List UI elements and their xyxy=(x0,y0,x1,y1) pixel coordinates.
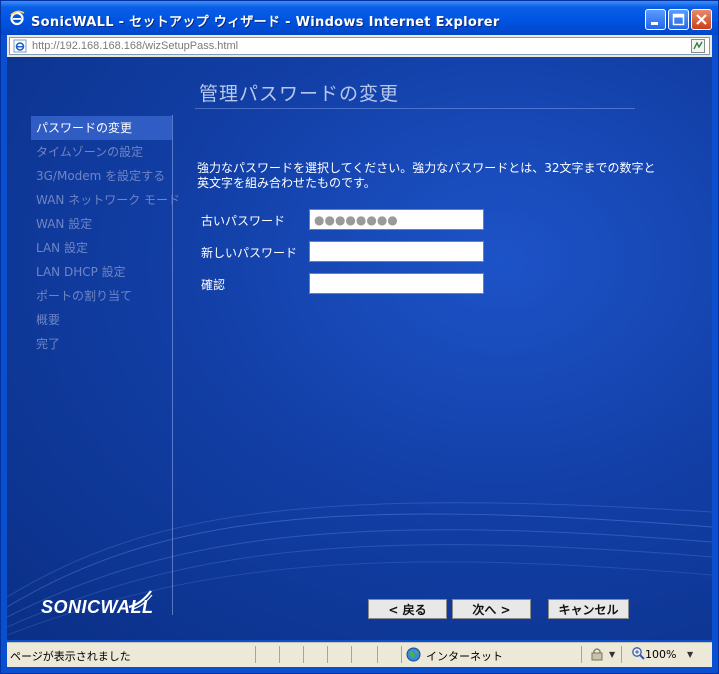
address-base: http://192.168.168.168 xyxy=(32,40,143,52)
maximize-icon xyxy=(672,13,685,26)
address-url: http://192.168.168.168/wizSetupPass.html xyxy=(32,40,238,52)
ie-logo-icon xyxy=(10,10,25,26)
status-divider xyxy=(327,646,328,663)
sidebar-item-timezone[interactable]: タイムゾーンの設定 xyxy=(31,140,172,164)
status-divider xyxy=(303,646,304,663)
description-line-2: 英文字を組み合わせたものです。 xyxy=(197,176,376,190)
cancel-button[interactable]: キャンセル xyxy=(548,599,629,619)
status-divider xyxy=(401,646,402,663)
sidebar-item-summary[interactable]: 概要 xyxy=(31,308,172,332)
next-button[interactable]: 次へ > xyxy=(452,599,531,619)
close-button[interactable] xyxy=(691,9,712,30)
status-divider xyxy=(255,646,256,663)
status-divider xyxy=(351,646,352,663)
back-button[interactable]: < 戻る xyxy=(368,599,447,619)
chevron-down-icon[interactable]: ▼ xyxy=(687,650,693,659)
minimize-icon xyxy=(651,22,658,25)
page-icon xyxy=(13,39,27,53)
chevron-down-icon[interactable]: ▼ xyxy=(609,650,615,659)
close-icon xyxy=(696,14,707,25)
status-divider xyxy=(279,646,280,663)
sidebar-item-port-assignment[interactable]: ポートの割り当て xyxy=(31,284,172,308)
status-bar: ページが表示されました インターネット ▼ 100% ▼ xyxy=(7,642,712,667)
old-password-field[interactable] xyxy=(309,209,484,230)
compatibility-icon[interactable] xyxy=(690,38,706,54)
browser-window: SonicWALL - セットアップ ウィザード - Windows Inter… xyxy=(0,0,719,674)
status-divider xyxy=(581,646,582,663)
sidebar-item-wan-network-mode[interactable]: WAN ネットワーク モード xyxy=(31,188,180,212)
address-field[interactable]: http://192.168.168.168/wizSetupPass.html xyxy=(9,37,710,55)
wizard-page: 管理パスワードの変更 パスワードの変更 タイムゾーンの設定 3G/Modem を… xyxy=(7,57,712,640)
wizard-steps-sidebar: パスワードの変更 タイムゾーンの設定 3G/Modem を設定する WAN ネッ… xyxy=(31,116,180,356)
sidebar-item-complete[interactable]: 完了 xyxy=(31,332,172,356)
new-password-field[interactable] xyxy=(309,241,484,262)
confirm-password-label: 確認 xyxy=(201,278,226,292)
confirm-password-field[interactable] xyxy=(309,273,484,294)
description-line-1: 強力なパスワードを選択してください。強力なパスワードとは、32文字までの数字と xyxy=(197,161,656,175)
page-description: 強力なパスワードを選択してください。強力なパスワードとは、32文字までの数字と … xyxy=(197,161,656,191)
sidebar-item-3g-modem[interactable]: 3G/Modem を設定する xyxy=(31,164,172,188)
sidebar-item-change-password[interactable]: パスワードの変更 xyxy=(31,116,172,140)
minimize-button[interactable] xyxy=(645,9,666,30)
status-divider xyxy=(377,646,378,663)
security-zone-label: インターネット xyxy=(426,650,503,663)
zoom-level[interactable]: 100% xyxy=(645,648,676,661)
protected-mode-icon[interactable] xyxy=(590,647,604,661)
sidebar-item-wan-settings[interactable]: WAN 設定 xyxy=(31,212,172,236)
sidebar-item-lan-dhcp[interactable]: LAN DHCP 設定 xyxy=(31,260,172,284)
heading-divider xyxy=(195,108,635,109)
internet-zone-icon xyxy=(406,647,421,662)
sidebar-item-lan-settings[interactable]: LAN 設定 xyxy=(31,236,172,260)
maximize-button[interactable] xyxy=(668,9,689,30)
logo-swoosh-icon xyxy=(128,590,153,610)
new-password-label: 新しいパスワード xyxy=(201,246,298,260)
status-divider xyxy=(621,646,622,663)
old-password-label: 古いパスワード xyxy=(201,214,286,228)
address-bar: http://192.168.168.168/wizSetupPass.html xyxy=(7,35,712,57)
address-path: /wizSetupPass.html xyxy=(142,40,239,52)
window-title: SonicWALL - セットアップ ウィザード - Windows Inter… xyxy=(31,15,500,30)
title-bar[interactable]: SonicWALL - セットアップ ウィザード - Windows Inter… xyxy=(1,1,718,35)
page-title: 管理パスワードの変更 xyxy=(199,83,400,105)
zoom-icon[interactable] xyxy=(631,646,645,660)
status-text: ページが表示されました xyxy=(10,650,131,663)
